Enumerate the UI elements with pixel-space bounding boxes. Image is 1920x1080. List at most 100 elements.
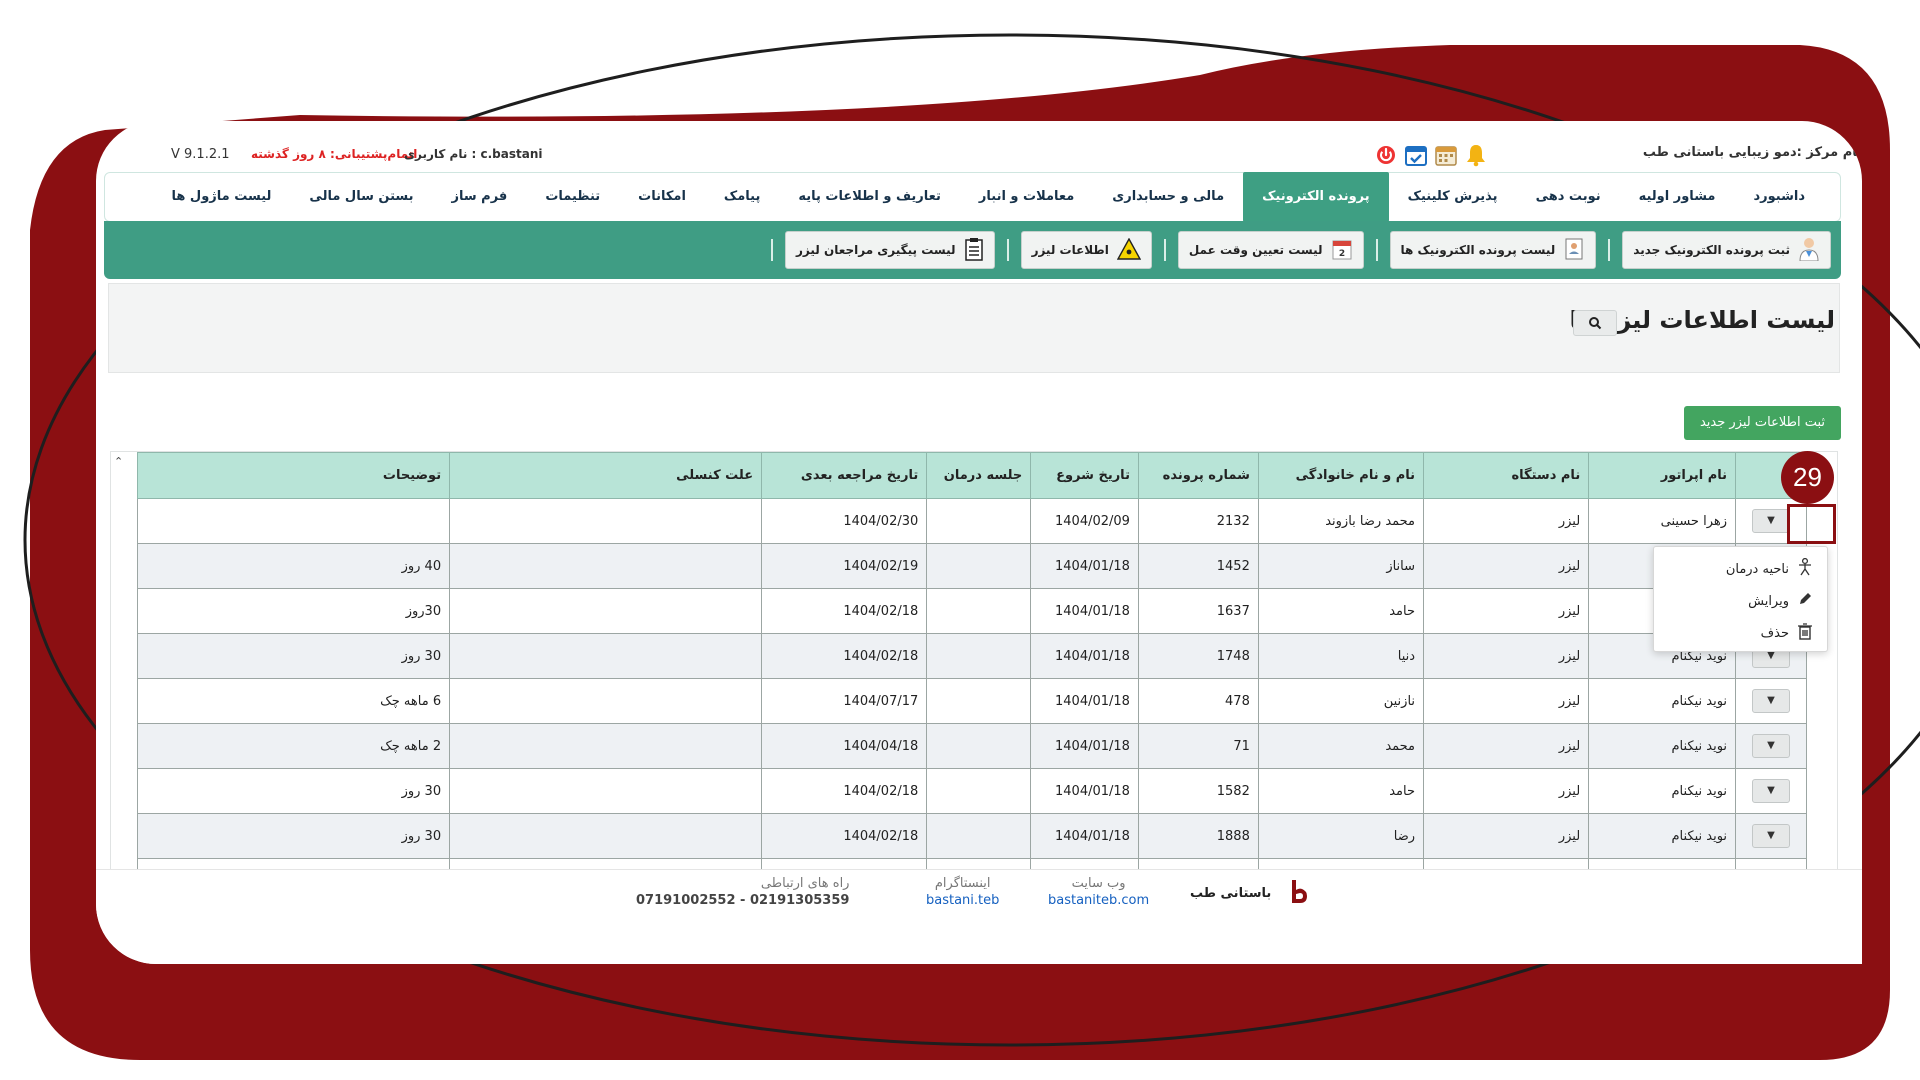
row-actions-cell: ▼ — [1735, 768, 1807, 814]
table-cell-8: 30 روز — [136, 813, 451, 859]
menu-item-0[interactable]: ناحیه درمان — [1654, 553, 1827, 585]
column-header-5[interactable]: جلسه درمان — [926, 452, 1032, 499]
column-header-7[interactable]: علت کنسلی — [449, 452, 763, 499]
calendar-icon[interactable] — [1434, 143, 1458, 167]
table-cell-7 — [449, 588, 763, 634]
column-header-6[interactable]: تاریخ مراجعه بعدی — [761, 452, 928, 499]
website-link[interactable]: bastaniteb.com — [1048, 893, 1149, 908]
toolbar-button-4[interactable]: لیست پیگیری مراجعان لیزر — [785, 231, 995, 269]
column-header-3[interactable]: شماره پرونده — [1137, 452, 1259, 499]
nav-item-5[interactable]: مالی و حسابداری — [1093, 172, 1243, 222]
calendar-check-icon[interactable] — [1404, 143, 1428, 167]
table-cell-5 — [926, 768, 1032, 814]
app-version: V 9.1.2.1 — [171, 147, 230, 162]
table-cell-3: 1637 — [1137, 588, 1259, 634]
calendar-schedule-icon: 2 — [1331, 237, 1353, 264]
nav-item-11[interactable]: فرم ساز — [433, 172, 527, 222]
footer-website: وب سایت bastaniteb.com — [1048, 876, 1149, 908]
table-cell-1: لیزر — [1423, 588, 1590, 634]
table-cell-6: 1404/02/18 — [761, 588, 928, 634]
menu-item-1[interactable]: ویرایش — [1654, 585, 1827, 617]
top-icons — [1374, 143, 1488, 167]
column-header-2[interactable]: نام و نام خانوادگی — [1257, 452, 1425, 499]
table-row[interactable]: ▼لیزرحامد16371404/01/181404/02/1830روز — [136, 588, 1807, 634]
nav-item-1[interactable]: مشاور اولیه — [1620, 172, 1735, 222]
add-laser-info-button[interactable]: ثبت اطلاعات لیزر جدید — [1683, 406, 1841, 440]
column-header-1[interactable]: نام دستگاه — [1423, 452, 1590, 499]
table-cell-6: 1404/04/18 — [761, 723, 928, 769]
bell-icon[interactable] — [1464, 143, 1488, 167]
support-status: اتمام‌پشتیبانی: ۸ روز گذشته — [251, 147, 418, 161]
toolbar-button-3[interactable]: اطلاعات لیزر — [1020, 231, 1152, 269]
menu-item-label: حذف — [1760, 625, 1789, 641]
table-row[interactable]: ▼ نوید نیکنام لیزر رضا 1888 1404/01/18 1404/02… — [136, 813, 1807, 859]
toolbar-button-label: ثبت پرونده الکترونیک جدید — [1633, 243, 1790, 257]
table-cell-7 — [449, 813, 763, 859]
toolbar-button-2[interactable]: 2 لیست تعیین وقت عمل — [1177, 231, 1364, 269]
table-cell-4: 1404/02/09 — [1030, 498, 1139, 544]
row-action-dropdown-button[interactable]: ▼ — [1752, 734, 1791, 758]
table-cell-0: نوید نیکنام — [1588, 813, 1737, 859]
brand-name: باستانی طب — [1190, 886, 1272, 901]
nav-item-9[interactable]: امکانات — [619, 172, 705, 222]
table-cell-6: 1404/02/18 — [761, 633, 928, 679]
power-icon[interactable] — [1374, 143, 1398, 167]
website-label: وب سایت — [1071, 876, 1126, 891]
table-cell-5 — [926, 633, 1032, 679]
table-cell-8 — [136, 498, 451, 544]
column-header-8[interactable]: توضیحات — [136, 452, 451, 499]
laser-table: نام اپراتور نام دستگاه نام و نام خانوادگی ش… — [136, 452, 1807, 870]
table-cell-4: 1404/01/18 — [1030, 678, 1139, 724]
toolbar-button-label: لیست تعیین وقت عمل — [1188, 243, 1323, 257]
laser-warning-icon — [1116, 237, 1141, 263]
row-action-dropdown-button[interactable]: ▼ — [1752, 779, 1791, 803]
toolbar-button-label: لیست پیگیری مراجعان لیزر — [796, 243, 956, 257]
nav-item-3[interactable]: پذیرش کلینیک — [1389, 172, 1517, 222]
laser-table-container[interactable]: ⌃ نام اپراتور نام دستگاه نام و نام خانوادگ… — [110, 451, 1838, 871]
table-row[interactable]: ▼لیزرساناز14521404/01/181404/02/1940 روز — [136, 543, 1807, 589]
nav-item-13[interactable]: لیست ماژول ها — [153, 172, 291, 222]
column-header-0[interactable]: نام اپراتور — [1588, 452, 1737, 499]
nav-item-8[interactable]: پیامک — [705, 172, 779, 222]
table-cell-3: 478 — [1137, 678, 1259, 724]
menu-item-label: ناحیه درمان — [1725, 561, 1789, 577]
body-icon — [1797, 557, 1813, 580]
nav-item-7[interactable]: تعاریف و اطلاعات پایه — [779, 172, 960, 222]
brand-logo — [1290, 880, 1308, 908]
table-cell-1: لیزر — [1423, 633, 1590, 679]
nav-item-4[interactable]: پرونده الکترونیک — [1243, 172, 1389, 222]
footer: باستانی طب وب سایت bastaniteb.com اینستا… — [96, 869, 1862, 964]
search-button[interactable] — [1573, 310, 1617, 336]
nav-item-6[interactable]: معاملات و انبار — [960, 172, 1093, 222]
row-actions-cell: ▼ — [1735, 678, 1807, 724]
contact-label: راه های ارتباطی — [760, 876, 850, 891]
table-row[interactable]: ▼ نوید نیکنام لیزر حامد 1582 1404/01/18 1404/0… — [136, 768, 1807, 814]
table-row[interactable]: ▼ نوید نیکنام لیزر دنیا 1748 1404/01/18 1404/0… — [136, 633, 1807, 679]
table-cell-2: حامد — [1257, 768, 1425, 814]
row-action-menu: ناحیه درمان ویرایش حذف — [1653, 546, 1828, 652]
row-actions-cell: ▼ — [1735, 813, 1807, 859]
table-cell-1: لیزر — [1423, 678, 1590, 724]
row-action-dropdown-button[interactable]: ▼ — [1752, 509, 1791, 533]
toolbar-separator — [1608, 239, 1611, 261]
table-cell-7 — [449, 633, 763, 679]
table-row[interactable]: ▼ نوید نیکنام لیزر محمد 71 1404/01/18 1404/04/… — [136, 723, 1807, 769]
nav-item-0[interactable]: داشبورد — [1734, 172, 1824, 222]
instagram-link[interactable]: bastani.teb — [926, 893, 999, 908]
nav-item-10[interactable]: تنظیمات — [526, 172, 619, 222]
pencil-icon — [1797, 591, 1813, 611]
table-row[interactable]: ▼ نوید نیکنام لیزر نازنین 478 1404/01/18 1404/… — [136, 678, 1807, 724]
menu-item-2[interactable]: حذف — [1654, 617, 1827, 649]
column-header-4[interactable]: تاریخ شروع — [1030, 452, 1139, 499]
row-action-dropdown-button[interactable]: ▼ — [1752, 689, 1791, 713]
nav-item-12[interactable]: بستن سال مالی — [290, 172, 432, 222]
table-cell-0: نوید نیکنام — [1588, 678, 1737, 724]
table-row[interactable]: ▼ زهرا حسینی لیزر محمد رضا بازوند 2132 1404/0… — [136, 498, 1807, 544]
table-cell-3: 1888 — [1137, 813, 1259, 859]
toolbar-button-0[interactable]: ثبت پرونده الکترونیک جدید — [1622, 231, 1831, 269]
table-cell-4: 1404/01/18 — [1030, 633, 1139, 679]
toolbar-button-1[interactable]: لیست پرونده الکترونیک ها — [1389, 231, 1597, 269]
row-action-dropdown-button[interactable]: ▼ — [1752, 824, 1791, 848]
nav-item-2[interactable]: نوبت دهی — [1517, 172, 1620, 222]
scroll-up-arrow-icon[interactable]: ⌃ — [114, 455, 123, 468]
